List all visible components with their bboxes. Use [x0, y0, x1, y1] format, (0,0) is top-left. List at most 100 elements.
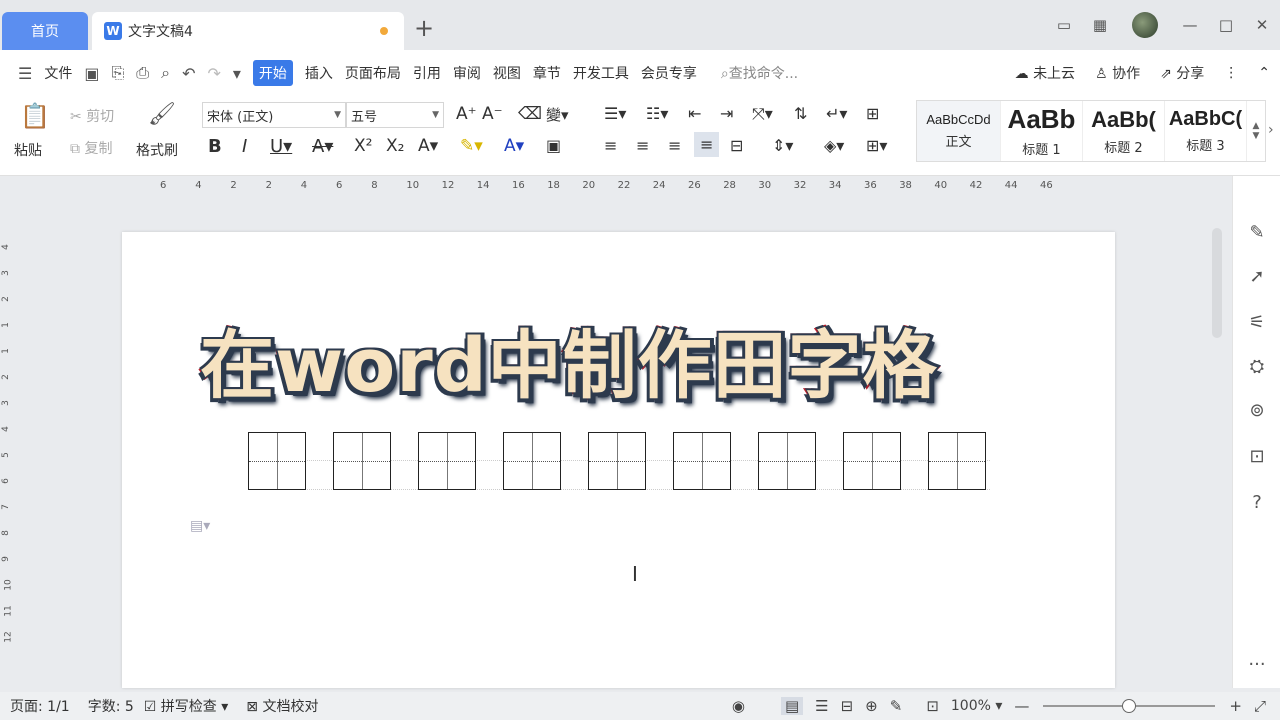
paragraph-layout-icon[interactable]: ▤▾ [190, 518, 210, 534]
tianzige-cell[interactable] [503, 432, 561, 490]
zoom-slider-knob[interactable] [1122, 699, 1137, 713]
underline-icon[interactable]: U▾ [270, 136, 292, 157]
vertical-scrollbar[interactable] [1210, 198, 1224, 688]
style-heading-2[interactable]: AaBb( 标题 2 [1083, 101, 1165, 161]
align-right-icon[interactable]: ≡ [668, 136, 681, 155]
web-view-icon[interactable]: ⊕ [865, 697, 878, 715]
tianzige-cell[interactable] [588, 432, 646, 490]
font-name-select[interactable]: 宋体 (正文) ▼ [202, 102, 346, 128]
align-left-icon[interactable]: ≡ [604, 136, 617, 155]
vertical-ruler[interactable]: 4 3 2 1 1 2 3 4 5 6 7 8 9 10 11 12 [0, 198, 18, 688]
proofread-button[interactable]: ⊠ 文档校对 [246, 696, 318, 716]
tianzige-cell[interactable] [928, 432, 986, 490]
strikethrough-icon[interactable]: A▾ [312, 136, 333, 157]
paste-icon[interactable]: 📋 [20, 102, 50, 130]
menu-item-home[interactable]: 开始 [252, 60, 293, 86]
tianzige-cell[interactable] [333, 432, 391, 490]
menu-item-view[interactable]: 视图 [493, 63, 521, 83]
cloud-status-button[interactable]: ☁ 未上云 [1015, 63, 1075, 83]
decrease-indent-icon[interactable]: ⇤ [688, 104, 701, 123]
more-icon[interactable]: ⋮ [1224, 65, 1238, 81]
ribbon-next-icon[interactable]: › [1268, 122, 1274, 138]
multi-window-icon[interactable]: ▭ [1046, 16, 1082, 34]
style-normal[interactable]: AaBbCcDd 正文 [917, 101, 1001, 161]
text-effect-icon[interactable]: A▾ [418, 136, 438, 156]
hamburger-icon[interactable]: ☰ [18, 64, 32, 83]
apps-grid-icon[interactable]: ▦ [1082, 16, 1118, 34]
new-tab-button[interactable]: + [414, 14, 434, 42]
page-view-icon[interactable]: ▤ [780, 697, 804, 715]
tianzige-cell[interactable] [758, 432, 816, 490]
reading-view-icon[interactable]: ⊟ [841, 697, 854, 715]
menu-item-developer[interactable]: 开发工具 [573, 63, 629, 83]
format-painter-icon[interactable]: 🖌 [148, 102, 176, 127]
zoom-slider[interactable] [1043, 699, 1216, 713]
collapse-ribbon-icon[interactable]: ⌃ [1258, 65, 1270, 81]
italic-icon[interactable]: I [242, 136, 247, 157]
minimize-icon[interactable]: — [1172, 16, 1208, 34]
menu-item-member[interactable]: 会员专享 [641, 63, 697, 83]
select-cursor-icon[interactable]: ➚ [1233, 266, 1280, 287]
highlight-icon[interactable]: ✎▾ [460, 136, 483, 156]
menu-item-page-layout[interactable]: 页面布局 [345, 63, 401, 83]
font-size-select[interactable]: 五号 ▼ [346, 102, 444, 128]
cut-button[interactable]: ✂ 剪切 [70, 106, 114, 126]
style-heading-3[interactable]: AaBbC( 标题 3 [1165, 101, 1247, 161]
word-count[interactable]: 字数: 5 [88, 696, 134, 716]
paste-button[interactable]: 粘贴 [14, 140, 42, 160]
phonetic-icon[interactable]: 變▾ [546, 104, 569, 125]
image-tools-icon[interactable]: ⛭ [1233, 356, 1280, 377]
increase-indent-icon[interactable]: ⇥ [720, 104, 733, 123]
zoom-level[interactable]: 100% ▾ [951, 698, 1003, 714]
text-direction-icon[interactable]: ⤧▾ [752, 104, 773, 124]
table-tools-icon[interactable]: ⊞ [866, 104, 879, 123]
borders-icon[interactable]: ⊞▾ [866, 136, 887, 155]
file-menu[interactable]: 文件 [44, 63, 72, 83]
more-options-icon[interactable]: ··· [1233, 654, 1280, 675]
help-icon[interactable]: ? [1233, 492, 1280, 513]
bullet-list-icon[interactable]: ☰▾ [604, 104, 626, 123]
close-icon[interactable]: ✕ [1244, 16, 1280, 34]
line-spacing-icon[interactable]: ⇕▾ [772, 136, 793, 155]
undo-icon[interactable]: ↶ [182, 64, 195, 83]
fullscreen-icon[interactable]: ⤢ [1254, 697, 1266, 715]
redo-icon[interactable]: ↷ [207, 64, 220, 83]
outline-view-icon[interactable]: ☰ [815, 697, 828, 715]
document-tab[interactable]: W 文字文稿4 [92, 12, 404, 50]
styles-scroll[interactable]: ▲ ▼ [1247, 101, 1265, 161]
copy-button[interactable]: ⧉ 复制 [70, 138, 112, 158]
horizontal-ruler[interactable]: 6 4 2 2 4 6 8 10 12 14 16 18 20 22 24 26 28 30 32 34 36 38 40 4… [0, 176, 1210, 198]
navigation-icon[interactable]: ⊚ [1233, 400, 1280, 421]
write-mode-icon[interactable]: ✎ [890, 697, 903, 715]
share-button[interactable]: ⇗ 分享 [1160, 63, 1204, 83]
eye-protection-icon[interactable]: ◉ [732, 697, 745, 715]
home-tab[interactable]: 首页 [2, 12, 88, 50]
bold-icon[interactable]: B [208, 136, 222, 157]
style-heading-1[interactable]: AaBb 标题 1 [1001, 101, 1083, 161]
scrollbar-thumb[interactable] [1212, 228, 1222, 338]
tianzige-cell[interactable] [418, 432, 476, 490]
paragraph-mark-icon[interactable]: ↵▾ [826, 104, 847, 123]
numbered-list-icon[interactable]: ☷▾ [646, 104, 668, 123]
fit-page-icon[interactable]: ⊡ [926, 697, 939, 715]
save-icon[interactable]: ▣ [84, 64, 99, 83]
tianzige-cell[interactable] [843, 432, 901, 490]
clear-format-icon[interactable]: ⌫ [518, 104, 542, 124]
spell-check-button[interactable]: ☑ 拼写检查 ▾ [144, 696, 229, 716]
maximize-icon[interactable]: □ [1208, 16, 1244, 34]
superscript-icon[interactable]: X² [354, 136, 372, 156]
align-center-icon[interactable]: ≡ [636, 136, 649, 155]
tianzige-cell[interactable] [673, 432, 731, 490]
customize-toolbar-icon[interactable]: ▾ [233, 64, 241, 83]
menu-item-references[interactable]: 引用 [413, 63, 441, 83]
zoom-out-icon[interactable]: — [1014, 697, 1029, 715]
sort-icon[interactable]: ⇅ [794, 104, 807, 123]
export-pdf-icon[interactable]: ⎘ [111, 63, 124, 83]
collaborate-button[interactable]: ♙ 协作 [1095, 63, 1140, 83]
print-icon[interactable]: ⎙ [136, 63, 149, 83]
distribute-icon[interactable]: ⊟ [730, 136, 743, 155]
edit-pen-icon[interactable]: ✎ [1233, 222, 1280, 243]
font-color-icon[interactable]: A▾ [504, 136, 524, 156]
print-preview-icon[interactable]: ⌕ [161, 63, 170, 83]
settings-sliders-icon[interactable]: ⚟ [1233, 312, 1280, 333]
